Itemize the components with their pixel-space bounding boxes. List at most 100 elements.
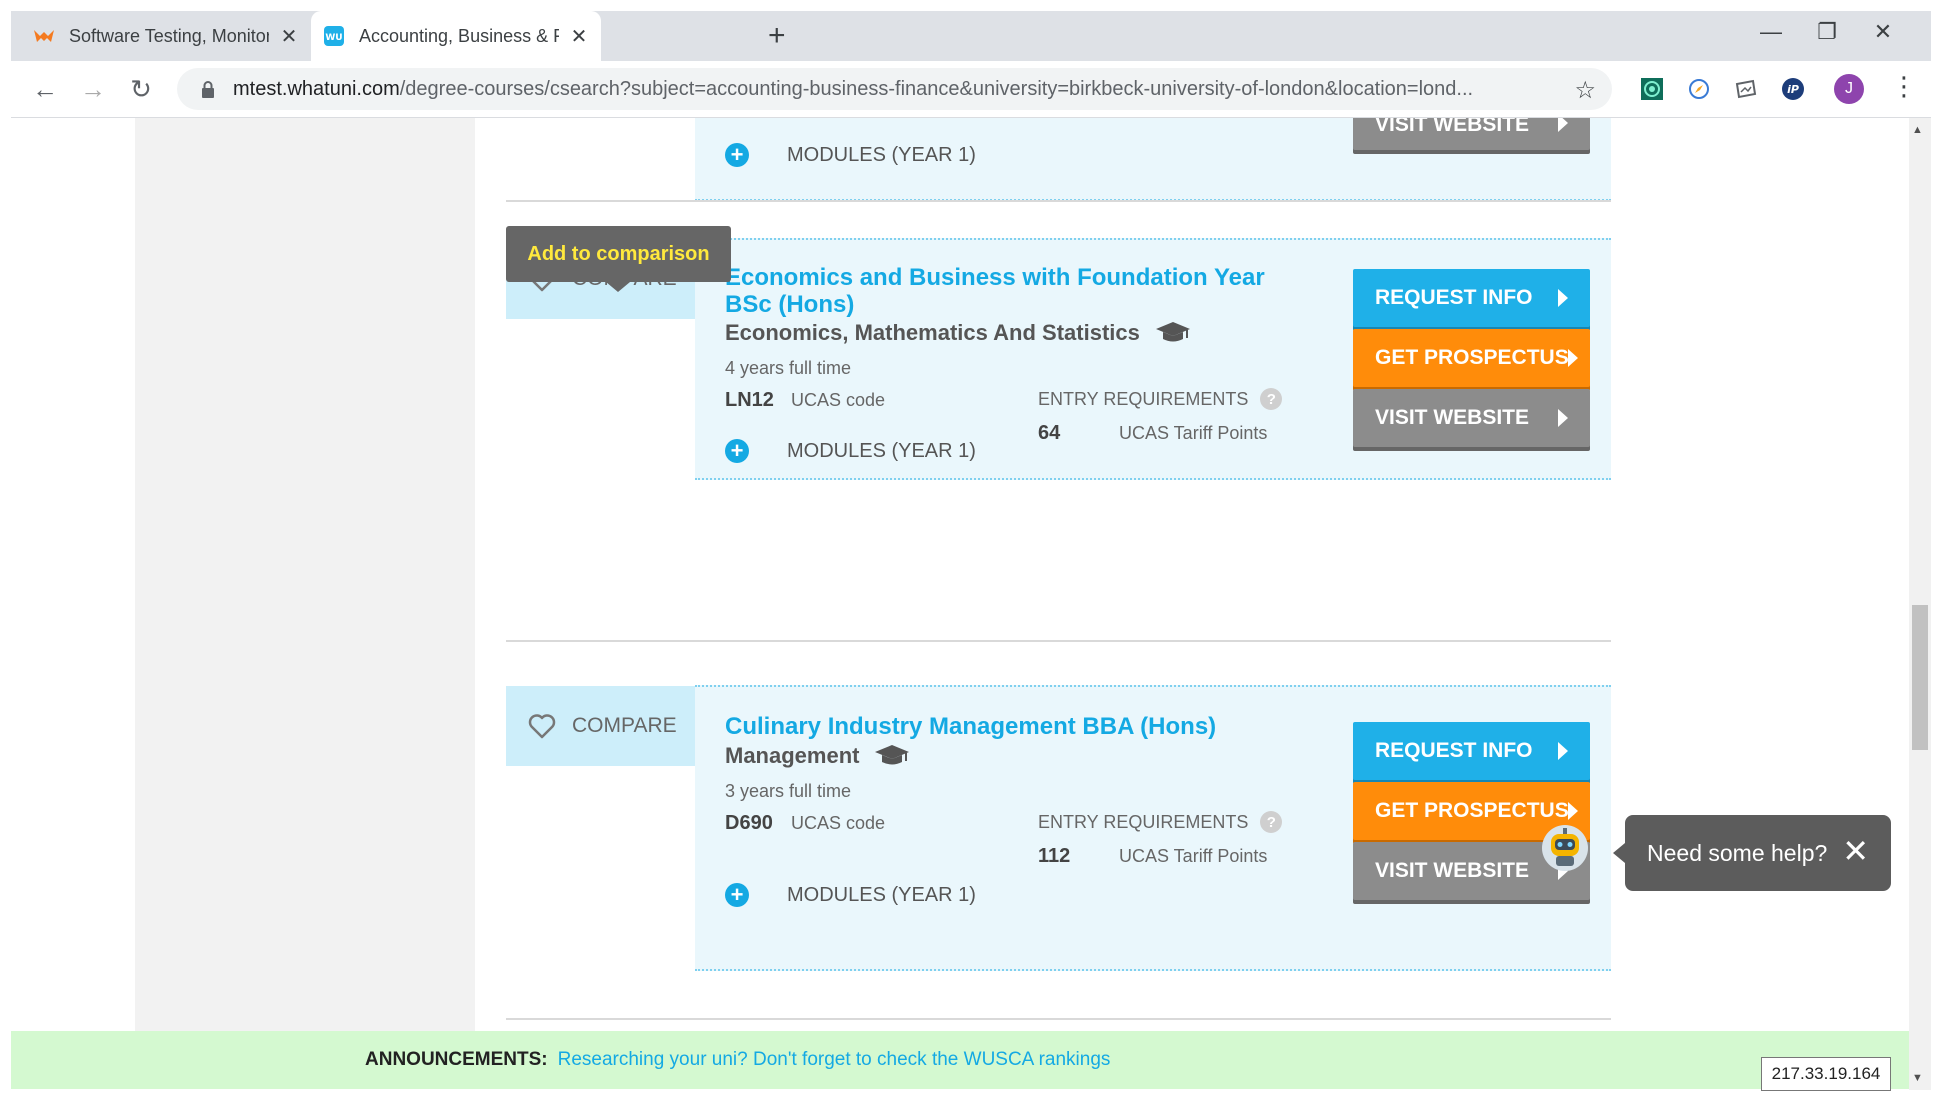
browser-tab-strip: Software Testing, Monitoring, De ✕ WU Ac… — [11, 11, 1931, 61]
course-card: Economics and Business with Foundation Y… — [695, 238, 1611, 480]
help-chat-bubble[interactable]: Need some help? ✕ — [1613, 815, 1891, 891]
arrow-right-icon — [1558, 118, 1568, 132]
tab-title: Software Testing, Monitoring, De — [69, 25, 269, 46]
arrow-right-icon — [1568, 349, 1578, 367]
close-help-icon[interactable]: ✕ — [1842, 833, 1869, 869]
get-prospectus-label: GET PROSPECTUS — [1375, 799, 1569, 822]
visit-website-button[interactable]: VISIT WEBSITE — [1353, 118, 1590, 150]
modules-label: MODULES (YEAR 1) — [787, 143, 976, 166]
course-subject: Economics, Mathematics And Statistics — [725, 320, 1192, 346]
visit-website-button[interactable]: VISIT WEBSITE — [1353, 389, 1590, 447]
scrollbar-thumb[interactable] — [1912, 605, 1928, 750]
arrow-right-icon — [1558, 742, 1568, 760]
url-text: mtest.whatuni.com/degree-courses/csearch… — [233, 78, 1573, 101]
tariff-points: 112 — [1038, 845, 1071, 867]
scroll-up-arrow-icon[interactable]: ▲ — [1912, 124, 1923, 136]
browser-menu-icon[interactable]: ⋮ — [1891, 71, 1917, 102]
get-prospectus-label: GET PROSPECTUS — [1375, 346, 1569, 369]
request-info-label: REQUEST INFO — [1375, 286, 1533, 309]
entry-requirements: ENTRY REQUIREMENTS ? — [1038, 811, 1283, 833]
announcement-bar: ANNOUNCEMENTS: Researching your uni? Don… — [11, 1031, 1909, 1089]
add-to-comparison-tooltip: Add to comparison — [506, 226, 731, 292]
request-info-button[interactable]: REQUEST INFO — [1353, 269, 1590, 327]
tariff-label: UCAS Tariff Points — [1119, 846, 1268, 866]
help-question-icon[interactable]: ? — [1260, 811, 1283, 833]
lock-icon — [201, 80, 215, 98]
tab-software-testing[interactable]: Software Testing, Monitoring, De ✕ — [21, 11, 311, 61]
visit-website-label: VISIT WEBSITE — [1375, 118, 1530, 136]
modules-label: MODULES (YEAR 1) — [787, 439, 976, 462]
modules-toggle[interactable]: + MODULES (YEAR 1) — [725, 439, 976, 463]
extension-compass-icon[interactable] — [1686, 76, 1712, 102]
url-host: mtest.whatuni.com — [233, 77, 400, 100]
divider — [506, 640, 1611, 642]
course-duration: 3 years full time — [725, 781, 852, 801]
minimize-button[interactable]: — — [1751, 19, 1791, 45]
url-path: /degree-courses/csearch?subject=accounti… — [399, 77, 1474, 100]
course-title-link[interactable]: Culinary Industry Management BBA (Hons) — [725, 713, 1325, 740]
announcement-label: ANNOUNCEMENTS: — [365, 1049, 548, 1070]
svg-text:iP: iP — [1787, 83, 1799, 96]
entry-requirements-label: ENTRY REQUIREMENTS — [1038, 811, 1249, 832]
page-scrollbar[interactable] — [1909, 118, 1931, 1090]
extension-screenshot-icon[interactable] — [1733, 76, 1759, 102]
get-prospectus-button[interactable]: GET PROSPECTUS — [1353, 329, 1590, 387]
divider — [506, 1018, 1611, 1020]
course-subject: Management — [725, 743, 911, 769]
restore-button[interactable]: ❐ — [1807, 19, 1847, 45]
chatbot-robot-icon[interactable] — [1541, 822, 1589, 874]
page-viewport: + MODULES (YEAR 1) VISIT WEBSITE COMPARE… — [11, 118, 1909, 1031]
extension-green-icon[interactable] — [1639, 76, 1665, 102]
plus-circle-icon: + — [725, 439, 749, 463]
close-tab-icon[interactable]: ✕ — [569, 24, 589, 49]
profile-avatar[interactable]: J — [1834, 74, 1864, 104]
graduation-cap-icon — [873, 744, 911, 768]
course-duration: 4 years full time — [725, 358, 852, 378]
smartbear-favicon-icon — [33, 25, 55, 47]
subject-label: Economics, Mathematics And Statistics — [725, 320, 1140, 345]
tab-accounting[interactable]: WU Accounting, Business & Finance D ✕ — [311, 11, 601, 61]
subject-label: Management — [725, 743, 860, 768]
course-title-link[interactable]: Economics and Business with Foundation Y… — [725, 264, 1285, 318]
help-text: Need some help? — [1647, 839, 1828, 866]
tooltip-text: Add to comparison — [527, 242, 710, 265]
ucas-code-label: UCAS code — [791, 813, 886, 833]
help-question-icon[interactable]: ? — [1260, 388, 1283, 410]
modules-toggle[interactable]: + MODULES (YEAR 1) — [725, 143, 976, 167]
browser-toolbar: ← → ↻ mtest.whatuni.com/degree-courses/c… — [11, 61, 1931, 118]
arrow-right-icon — [1568, 802, 1578, 820]
extension-ip-icon[interactable]: iP — [1780, 76, 1806, 102]
arrow-right-icon — [1558, 289, 1568, 307]
entry-requirements: ENTRY REQUIREMENTS ? — [1038, 388, 1283, 410]
plus-circle-icon: + — [725, 883, 749, 907]
new-tab-button[interactable]: + — [768, 21, 786, 51]
compare-button[interactable]: COMPARE — [506, 686, 695, 766]
bookmark-star-icon[interactable]: ☆ — [1574, 76, 1596, 105]
entry-requirements-label: ENTRY REQUIREMENTS — [1038, 388, 1249, 409]
forward-button[interactable]: → — [77, 73, 109, 105]
reload-button[interactable]: ↻ — [125, 73, 157, 105]
arrow-right-icon — [1558, 409, 1568, 427]
heart-icon — [528, 713, 556, 739]
ucas-code: D690 — [725, 812, 773, 834]
tariff-points: 64 — [1038, 422, 1061, 444]
modules-toggle[interactable]: + MODULES (YEAR 1) — [725, 883, 976, 907]
close-tab-icon[interactable]: ✕ — [279, 24, 299, 49]
back-button[interactable]: ← — [29, 73, 61, 105]
course-card-previous: + MODULES (YEAR 1) VISIT WEBSITE — [695, 118, 1611, 201]
visit-website-label: VISIT WEBSITE — [1375, 406, 1530, 429]
svg-text:WU: WU — [325, 33, 342, 43]
request-info-button[interactable]: REQUEST INFO — [1353, 722, 1590, 780]
course-card: Culinary Industry Management BBA (Hons) … — [695, 685, 1611, 971]
request-info-label: REQUEST INFO — [1375, 739, 1533, 762]
whatuni-favicon-icon: WU — [323, 25, 345, 47]
bubble-tail — [1613, 843, 1625, 863]
ucas-code-label: UCAS code — [791, 390, 886, 410]
tooltip-tail — [606, 282, 630, 292]
wusca-rankings-link[interactable]: Researching your uni? Don't forget to ch… — [558, 1049, 1111, 1071]
close-window-button[interactable]: ✕ — [1863, 19, 1903, 45]
address-bar[interactable]: mtest.whatuni.com/degree-courses/csearch… — [177, 68, 1612, 110]
tab-title: Accounting, Business & Finance D — [359, 25, 559, 46]
graduation-cap-icon — [1154, 321, 1192, 345]
scroll-down-arrow-icon[interactable]: ▼ — [1912, 1072, 1923, 1084]
